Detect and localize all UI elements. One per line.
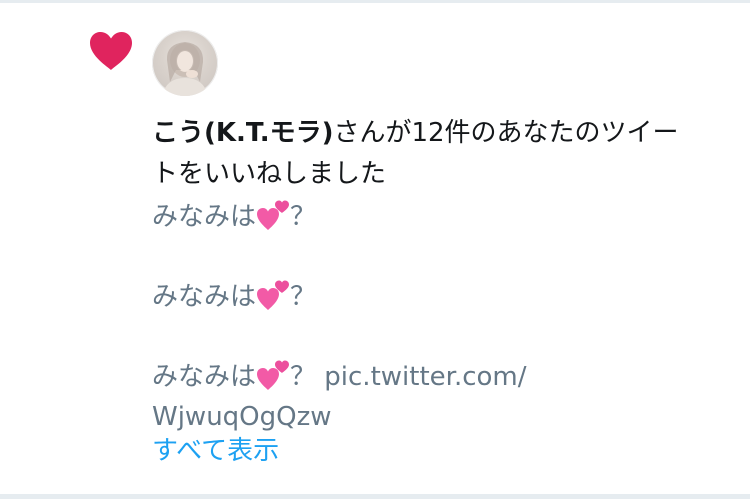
heart-icon: [90, 32, 132, 70]
tweet-text-segment: みなみは: [152, 202, 257, 232]
tweet-text-segment: ？: [290, 202, 317, 232]
headline-text-line2: トをいいねしました: [152, 159, 387, 189]
top-divider: [0, 0, 750, 3]
tweet-link-segment: ？ pic.twitter.com/: [290, 362, 527, 392]
user-avatar[interactable]: [152, 30, 218, 96]
liked-tweet-text[interactable]: みなみは ？ みなみは ？ みなみは ？ pic.twitter.com/ Wj…: [152, 197, 727, 437]
tweet-text-segment: みなみは: [152, 362, 257, 392]
two-hearts-emoji: [257, 200, 290, 230]
tweet-line: みなみは ？: [152, 197, 727, 237]
two-hearts-emoji: [257, 360, 290, 390]
user-name-link[interactable]: こう(K.T.モラ): [152, 118, 333, 148]
bottom-divider: [0, 494, 750, 499]
tweet-text-segment: みなみは: [152, 282, 257, 312]
tweet-text-segment: ？: [290, 282, 317, 312]
show-all-link[interactable]: すべて表示: [152, 431, 279, 471]
tweet-line: みなみは ？ pic.twitter.com/: [152, 357, 727, 397]
two-hearts-emoji: [257, 280, 290, 310]
headline-text-line1: さんが12件のあなたのツイー: [333, 118, 679, 148]
notification-headline: こう(K.T.モラ)さんが12件のあなたのツイー トをいいねしました: [152, 113, 727, 195]
tweet-link-segment: WjwuqOgQzw: [152, 402, 332, 432]
tweet-line: みなみは ？: [152, 277, 727, 317]
